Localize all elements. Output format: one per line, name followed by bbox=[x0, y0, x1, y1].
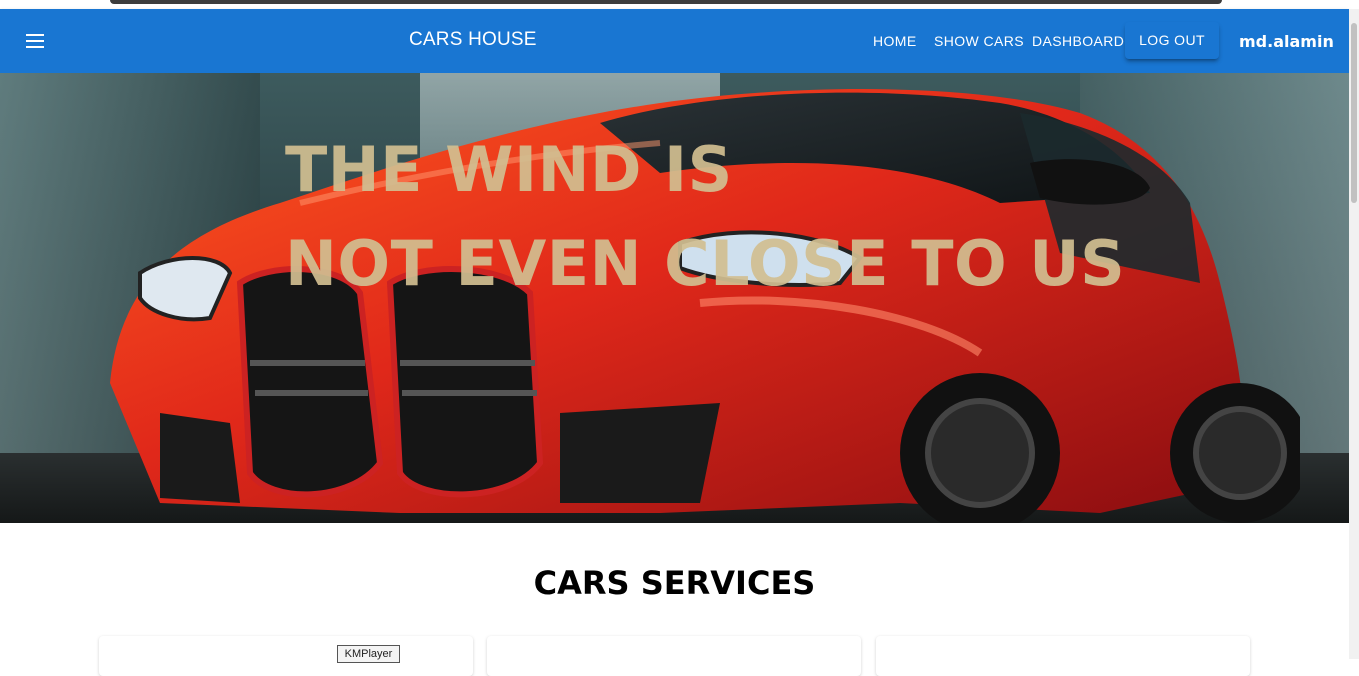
nav-home-link[interactable]: HOME bbox=[873, 33, 917, 49]
nav-dashboard-link[interactable]: DASHBOARD bbox=[1032, 33, 1124, 49]
scrollbar-thumb[interactable] bbox=[1351, 23, 1357, 203]
hero-line-2: NOT EVEN CLOSE TO US bbox=[285, 227, 1126, 300]
user-name: md.alamin bbox=[1239, 32, 1334, 51]
nav-show-cars-link[interactable]: SHOW CARS bbox=[934, 33, 1024, 49]
service-card[interactable] bbox=[876, 636, 1250, 676]
kmplayer-tooltip: KMPlayer bbox=[337, 645, 400, 663]
hero-headline: THE WIND IS NOT EVEN CLOSE TO US bbox=[285, 123, 1125, 311]
hero-line-1: THE WIND IS bbox=[285, 133, 733, 206]
hero-banner: THE WIND IS NOT EVEN CLOSE TO US bbox=[0, 73, 1349, 523]
services-title: CARS SERVICES bbox=[533, 564, 816, 602]
browser-top-strip bbox=[0, 0, 1359, 9]
service-card[interactable] bbox=[99, 636, 473, 676]
brand-title[interactable]: CARS HOUSE bbox=[409, 29, 537, 51]
menu-icon[interactable] bbox=[18, 27, 54, 55]
browser-tab-bar bbox=[110, 0, 1222, 4]
page-scrollbar[interactable] bbox=[1349, 9, 1359, 659]
logout-button[interactable]: LOG OUT bbox=[1125, 22, 1219, 59]
service-card[interactable] bbox=[487, 636, 861, 676]
app-bar: CARS HOUSE HOME SHOW CARS DASHBOARD LOG … bbox=[0, 9, 1349, 73]
